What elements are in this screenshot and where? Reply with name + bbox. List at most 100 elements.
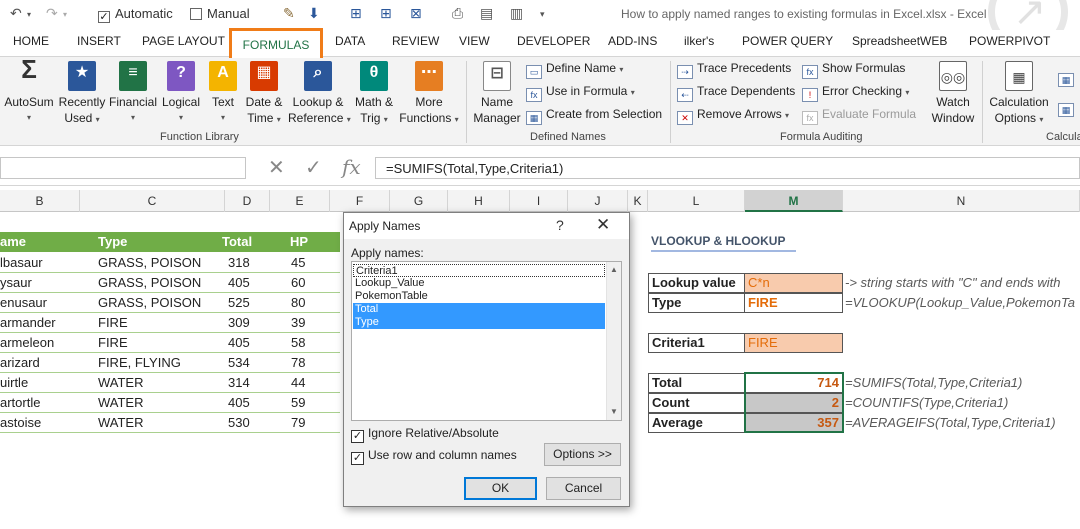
name-box[interactable] bbox=[0, 157, 246, 179]
list-item-total[interactable]: Total bbox=[353, 303, 605, 316]
redo-dropdown-icon[interactable]: ▾ bbox=[63, 10, 67, 19]
show-formulas-button[interactable]: fx Show Formulas bbox=[802, 61, 905, 79]
options-button[interactable]: Options >> bbox=[544, 443, 621, 466]
cell-hp[interactable]: 44 bbox=[291, 373, 305, 393]
tab-developer[interactable]: DEVELOPER bbox=[517, 34, 590, 48]
automatic-checkbox[interactable]: ✓ Automatic bbox=[98, 6, 173, 23]
cell-hp[interactable]: 80 bbox=[291, 293, 305, 313]
ok-button[interactable]: OK bbox=[464, 477, 537, 500]
ignore-relative-checkbox[interactable]: ✓ Ignore Relative/Absolute bbox=[351, 426, 499, 443]
dialog-titlebar[interactable]: Apply Names ? ✕ bbox=[344, 213, 629, 239]
math-trig-button[interactable]: θ Math & Trig ▾ bbox=[350, 59, 398, 128]
cell-type[interactable]: FIRE, FLYING bbox=[98, 353, 181, 373]
logical-button[interactable]: ? Logical ▾ bbox=[158, 59, 204, 126]
scroll-up-icon[interactable]: ▲ bbox=[610, 265, 618, 274]
lookup-value-label[interactable]: Lookup value bbox=[648, 273, 745, 293]
download-icon[interactable]: ⬇ bbox=[308, 5, 320, 22]
names-listbox[interactable]: Criteria1 Lookup_Value PokemonTable Tota… bbox=[351, 261, 622, 421]
manual-checkbox[interactable]: Manual bbox=[190, 6, 250, 21]
save-as-icon[interactable]: ▤ bbox=[480, 5, 493, 22]
count-label[interactable]: Count bbox=[648, 393, 745, 413]
cell-total[interactable]: 314 bbox=[228, 373, 250, 393]
cancel-entry-icon[interactable]: ✕ bbox=[268, 155, 285, 180]
cell-hp[interactable]: 45 bbox=[291, 253, 305, 273]
cell-hp[interactable]: 58 bbox=[291, 333, 305, 353]
lookup-reference-button[interactable]: ⌕ Lookup & Reference ▾ bbox=[288, 59, 351, 128]
confirm-entry-icon[interactable]: ✓ bbox=[305, 155, 322, 180]
autosum-button[interactable]: Σ AutoSum ▾ bbox=[3, 56, 55, 126]
more-functions-button[interactable]: ⋯ More Functions ▾ bbox=[398, 59, 460, 128]
error-checking-button[interactable]: ! Error Checking ▾ bbox=[802, 84, 909, 102]
header-hp[interactable]: HP bbox=[290, 232, 308, 252]
listbox-scrollbar[interactable]: ▲ ▼ bbox=[606, 262, 621, 420]
column-header-n[interactable]: N bbox=[843, 190, 1080, 212]
remove-arrows-qat-icon[interactable]: ⊠ bbox=[410, 5, 422, 22]
type-value-cell[interactable]: FIRE bbox=[745, 293, 843, 313]
trace-dependents-qat-icon[interactable]: ⊞ bbox=[380, 5, 392, 22]
column-header-h[interactable]: H bbox=[448, 190, 510, 212]
cell-total[interactable]: 405 bbox=[228, 393, 250, 413]
tab-formulas[interactable]: FORMULAS bbox=[229, 28, 323, 58]
list-item-pokemontable[interactable]: PokemonTable bbox=[353, 290, 605, 303]
cell-name[interactable]: arizard bbox=[0, 353, 40, 373]
redo-icon[interactable]: ↷ bbox=[46, 5, 58, 22]
undo-dropdown-icon[interactable]: ▾ bbox=[27, 10, 31, 19]
cell-type[interactable]: FIRE bbox=[98, 313, 128, 333]
cell-total[interactable]: 530 bbox=[228, 413, 250, 433]
cell-name[interactable]: enusaur bbox=[0, 293, 47, 313]
criteria-value-cell[interactable]: FIRE bbox=[745, 333, 843, 353]
column-header-g[interactable]: G bbox=[390, 190, 448, 212]
cell-type[interactable]: WATER bbox=[98, 413, 144, 433]
average-label[interactable]: Average bbox=[648, 413, 745, 433]
formula-input[interactable]: =SUMIFS(Total,Type,Criteria1) bbox=[375, 157, 1080, 179]
column-header-e[interactable]: E bbox=[270, 190, 330, 212]
cell-hp[interactable]: 78 bbox=[291, 353, 305, 373]
tab-spreadsheetweb[interactable]: SpreadsheetWEB bbox=[852, 34, 947, 48]
calculate-sheet-button[interactable]: ▦ bbox=[1058, 99, 1078, 117]
cell-total[interactable]: 525 bbox=[228, 293, 250, 313]
format-painter-icon[interactable]: ✎ bbox=[283, 5, 295, 22]
cell-type[interactable]: GRASS, POISON bbox=[98, 273, 201, 293]
header-name[interactable]: ame bbox=[0, 232, 26, 252]
count-formula-note[interactable]: =COUNTIFS(Type,Criteria1) bbox=[845, 395, 1008, 410]
remove-arrows-button[interactable]: ✕ Remove Arrows ▾ bbox=[677, 107, 789, 125]
cell-hp[interactable]: 79 bbox=[291, 413, 305, 433]
column-header-i[interactable]: I bbox=[510, 190, 568, 212]
type-label[interactable]: Type bbox=[648, 293, 745, 313]
type-formula-note[interactable]: =VLOOKUP(Lookup_Value,PokemonTa bbox=[845, 295, 1075, 310]
cell-total[interactable]: 405 bbox=[228, 273, 250, 293]
watch-window-button[interactable]: ◎◎ Watch Window bbox=[926, 59, 980, 126]
financial-button[interactable]: ≡ Financial ▾ bbox=[108, 59, 158, 126]
cell-name[interactable]: uirtle bbox=[0, 373, 28, 393]
cell-total[interactable]: 309 bbox=[228, 313, 250, 333]
cell-name[interactable]: artortle bbox=[0, 393, 40, 413]
undo-icon[interactable]: ↶ bbox=[10, 5, 22, 22]
tab-review[interactable]: REVIEW bbox=[392, 34, 439, 48]
tab-ilkers[interactable]: ilker's bbox=[684, 34, 714, 48]
list-item-type[interactable]: Type bbox=[353, 316, 605, 329]
text-button[interactable]: A Text ▾ bbox=[206, 59, 240, 126]
section-title[interactable]: VLOOKUP & HLOOKUP bbox=[651, 234, 796, 252]
column-header-j[interactable]: J bbox=[568, 190, 628, 212]
cell-type[interactable]: WATER bbox=[98, 393, 144, 413]
total-formula-note[interactable]: =SUMIFS(Total,Type,Criteria1) bbox=[845, 375, 1022, 390]
scroll-down-icon[interactable]: ▼ bbox=[610, 407, 618, 416]
tab-view[interactable]: VIEW bbox=[459, 34, 490, 48]
tab-insert[interactable]: INSERT bbox=[77, 34, 121, 48]
column-header-m[interactable]: M bbox=[745, 190, 843, 212]
lookup-value-cell[interactable]: C*n bbox=[745, 273, 843, 293]
tab-data[interactable]: DATA bbox=[335, 34, 365, 48]
print-icon[interactable]: ⎙ bbox=[452, 5, 463, 22]
close-icon[interactable]: ✕ bbox=[596, 215, 610, 235]
trace-precedents-qat-icon[interactable]: ⊞ bbox=[350, 5, 362, 22]
recently-used-button[interactable]: ★ Recently Used ▾ bbox=[57, 59, 107, 128]
tab-add-ins[interactable]: ADD-INS bbox=[608, 34, 657, 48]
column-header-l[interactable]: L bbox=[648, 190, 745, 212]
define-name-button[interactable]: ▭ Define Name ▾ bbox=[526, 61, 623, 79]
cell-total[interactable]: 405 bbox=[228, 333, 250, 353]
column-header-b[interactable]: B bbox=[0, 190, 80, 212]
list-item-lookup-value[interactable]: Lookup_Value bbox=[353, 277, 605, 290]
cell-name[interactable]: armander bbox=[0, 313, 56, 333]
tab-home[interactable]: HOME bbox=[13, 34, 49, 48]
trace-precedents-button[interactable]: ⇢ Trace Precedents bbox=[677, 61, 791, 79]
